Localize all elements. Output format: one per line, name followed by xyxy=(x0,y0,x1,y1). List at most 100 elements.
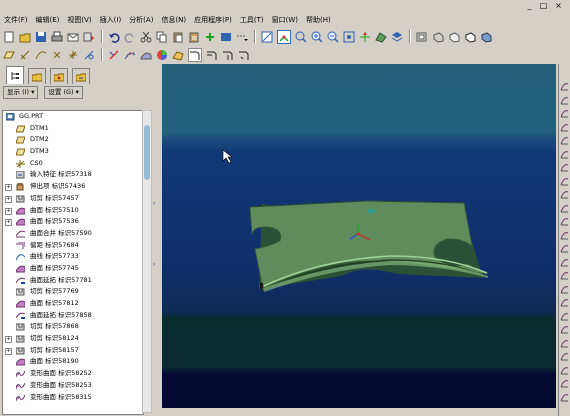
orient-mode-icon[interactable] xyxy=(295,31,307,43)
tree-expand-toggle[interactable]: + xyxy=(5,184,12,192)
repaint-icon[interactable] xyxy=(261,31,273,43)
feature-tool-icon[interactable] xyxy=(560,285,569,294)
layers-icon[interactable] xyxy=(391,31,403,43)
menu-applications[interactable]: 应用程序(P) xyxy=(194,15,232,25)
wireframe-icon[interactable] xyxy=(432,31,444,43)
color-analysis-icon[interactable] xyxy=(156,49,168,61)
close-button[interactable]: × xyxy=(553,1,564,11)
tree-item[interactable]: 曲面合并 标识57590 xyxy=(3,228,143,240)
open-folder-icon[interactable] xyxy=(19,31,31,43)
graphics-viewport[interactable] xyxy=(162,64,556,408)
feature-tool-icon[interactable] xyxy=(560,244,569,253)
email-icon[interactable] xyxy=(67,31,79,43)
datum-plane-tool-icon[interactable] xyxy=(3,49,15,61)
datum-axis-tool-icon[interactable] xyxy=(19,49,31,61)
refit-icon[interactable] xyxy=(343,31,355,43)
tree-item[interactable]: 曲线 标识57733 xyxy=(3,251,143,263)
paste-icon[interactable] xyxy=(172,31,184,43)
tree-item[interactable]: + 切剪 标识58157 xyxy=(3,345,143,357)
feature-tool-icon[interactable] xyxy=(560,312,569,321)
save-icon[interactable] xyxy=(35,31,47,43)
tree-expand-toggle[interactable]: + xyxy=(5,219,12,227)
tab-connections[interactable] xyxy=(72,68,90,84)
tab-folder-browser[interactable] xyxy=(28,68,46,84)
new-file-icon[interactable] xyxy=(3,31,15,43)
edge-tool-2-icon[interactable] xyxy=(206,49,218,61)
edge-tool-4-icon[interactable] xyxy=(238,49,250,61)
tree-item[interactable]: 曲面延拓 标识57781 xyxy=(3,275,143,287)
paste-special-icon[interactable] xyxy=(188,31,200,43)
tree-item[interactable]: GG.PRT xyxy=(3,111,143,123)
no-hidden-icon[interactable] xyxy=(464,31,476,43)
tree-item[interactable]: 曲面 标识57812 xyxy=(3,298,143,310)
tree-item[interactable]: 变形曲面 标识58315 xyxy=(3,392,143,404)
surface-analysis-icon[interactable] xyxy=(140,49,152,61)
tree-expand-toggle[interactable]: + xyxy=(5,207,12,215)
curvature-analysis-icon[interactable] xyxy=(124,49,136,61)
tree-item[interactable]: + 伸出项 标识57436 xyxy=(3,181,143,193)
tree-item[interactable]: 切剪 标识57769 xyxy=(3,286,143,298)
feature-tool-icon[interactable] xyxy=(560,258,569,267)
menu-view[interactable]: 视图(V) xyxy=(67,15,91,25)
menu-analysis[interactable]: 分析(A) xyxy=(129,15,153,25)
edge-tool-3-icon[interactable] xyxy=(222,49,234,61)
tree-item[interactable]: 曲面 标识58190 xyxy=(3,356,143,368)
regenerate-icon[interactable] xyxy=(204,31,216,43)
tree-item[interactable]: DTM1 xyxy=(3,123,143,135)
hidden-line-icon[interactable] xyxy=(448,31,460,43)
zoom-in-icon[interactable] xyxy=(311,31,323,43)
feature-tool-icon[interactable] xyxy=(560,379,569,388)
tree-item[interactable]: + 曲面 标识57510 xyxy=(3,205,143,217)
tree-item[interactable]: DTM3 xyxy=(3,146,143,158)
feature-tool-icon[interactable] xyxy=(560,271,569,280)
sash-arrow-icon[interactable]: › xyxy=(153,200,157,207)
select-dropdown-icon[interactable] xyxy=(236,31,248,43)
sash-arrow-icon[interactable]: › xyxy=(153,261,157,268)
menu-file[interactable]: 文件(F) xyxy=(4,15,28,25)
edge-tool-1-icon[interactable] xyxy=(188,47,202,62)
spin-center-icon[interactable] xyxy=(277,29,291,44)
panel-sash[interactable]: › › xyxy=(152,64,158,416)
show-dropdown[interactable]: 显示 (I) ▾ xyxy=(3,85,39,99)
tab-model-tree[interactable] xyxy=(6,66,24,84)
tab-favorites[interactable] xyxy=(50,68,68,84)
settings-dropdown[interactable]: 设置 (G) ▾ xyxy=(44,85,83,99)
tree-item[interactable]: + 曲面 标识57536 xyxy=(3,216,143,228)
tree-item[interactable]: 变形曲面 标识58252 xyxy=(3,368,143,380)
redo-icon[interactable] xyxy=(124,31,136,43)
feature-tool-icon[interactable] xyxy=(560,163,569,172)
menu-window[interactable]: 窗口(W) xyxy=(272,15,298,25)
feature-tool-icon[interactable] xyxy=(560,366,569,375)
feature-tool-icon[interactable] xyxy=(560,96,569,105)
feature-tool-icon[interactable] xyxy=(560,150,569,159)
draft-analysis-icon[interactable] xyxy=(172,49,184,61)
tree-item[interactable]: 输入特征 标识57318 xyxy=(3,169,143,181)
tree-item[interactable]: 切剪 标识57868 xyxy=(3,321,143,333)
shading-icon[interactable] xyxy=(480,31,492,43)
reorient-icon[interactable] xyxy=(359,31,371,43)
menu-tools[interactable]: 工具(T) xyxy=(240,15,264,25)
copy-icon[interactable] xyxy=(156,31,168,43)
find-icon[interactable] xyxy=(220,31,232,43)
feature-tool-icon[interactable] xyxy=(560,325,569,334)
feature-tool-icon[interactable] xyxy=(560,339,569,348)
menu-info[interactable]: 信息(N) xyxy=(161,15,186,25)
menu-edit[interactable]: 编辑(E) xyxy=(36,15,60,25)
feature-tool-icon[interactable] xyxy=(560,136,569,145)
model-canvas[interactable] xyxy=(162,64,556,408)
scrollbar-thumb[interactable] xyxy=(144,125,150,180)
measure-icon[interactable] xyxy=(108,49,120,61)
cut-icon[interactable] xyxy=(140,31,152,43)
minimize-button[interactable]: _ xyxy=(524,1,535,11)
maximize-button[interactable]: □ xyxy=(538,1,549,11)
coordinate-system-tool-icon[interactable] xyxy=(67,49,79,61)
feature-tool-icon[interactable] xyxy=(560,123,569,132)
saved-views-icon[interactable] xyxy=(375,31,387,43)
regenerate-model-icon[interactable] xyxy=(83,31,95,43)
tree-expand-toggle[interactable]: + xyxy=(5,195,12,203)
feature-tool-icon[interactable] xyxy=(560,231,569,240)
tree-item[interactable]: DTM2 xyxy=(3,134,143,146)
feature-tool-icon[interactable] xyxy=(560,190,569,199)
feature-tool-icon[interactable] xyxy=(560,393,569,402)
feature-tool-icon[interactable] xyxy=(560,298,569,307)
